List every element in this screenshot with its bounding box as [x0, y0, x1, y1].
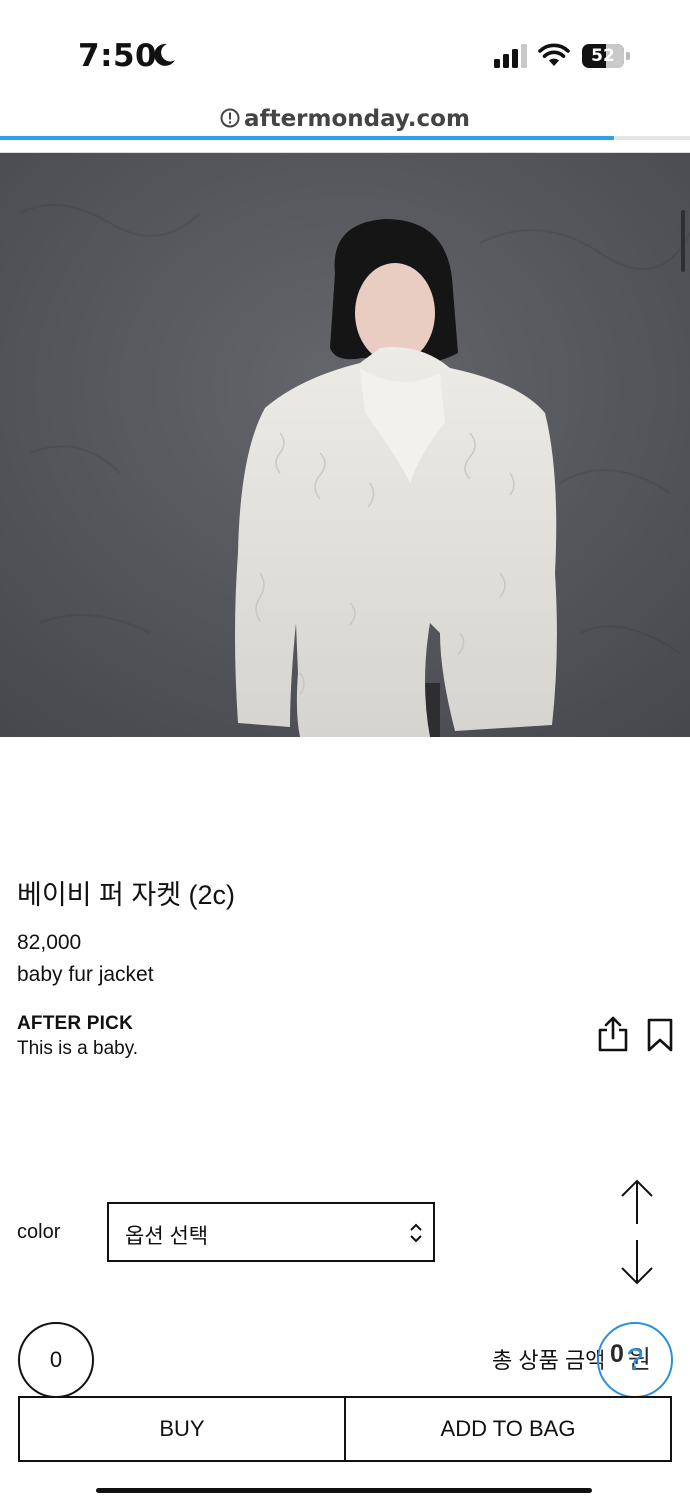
page-scrollbar[interactable] [681, 210, 685, 272]
product-english-name: baby fur jacket [17, 963, 154, 986]
battery-indicator: 52 [582, 44, 630, 68]
after-pick-text: This is a baby. [17, 1038, 139, 1059]
option-selected-value[interactable]: 옵션 선택 [125, 1220, 208, 1250]
help-chat-button[interactable]: ? [597, 1322, 673, 1398]
status-bar: 7:50 52 [0, 0, 690, 100]
quantity-display[interactable]: 0 [18, 1322, 94, 1398]
url-display[interactable]: aftermonday.com [0, 106, 690, 132]
product-photo [0, 153, 690, 737]
share-icon[interactable] [597, 1016, 629, 1052]
battery-level: 52 [591, 46, 615, 66]
total-price-label: 총 상품 금액 [492, 1348, 606, 1373]
page-load-progress [0, 136, 690, 140]
option-label: color [17, 1221, 61, 1243]
battery-cap [626, 52, 630, 60]
buy-button[interactable]: BUY [18, 1396, 346, 1462]
cellular-signal-icon [494, 44, 527, 68]
arrow-down-icon[interactable] [618, 1238, 656, 1286]
product-image[interactable] [0, 153, 690, 737]
status-time: 7:50 [78, 38, 158, 74]
home-indicator[interactable] [96, 1488, 592, 1493]
url-text[interactable]: aftermonday.com [244, 106, 470, 132]
product-title: 베이비 퍼 자켓 (2c) [17, 880, 236, 910]
product-price: 82,000 [17, 931, 82, 954]
select-chevrons-icon [410, 1223, 422, 1243]
page-load-progress-fill [0, 136, 615, 140]
after-pick-heading: AFTER PICK [17, 1013, 133, 1034]
battery-icon: 52 [582, 44, 624, 68]
address-bar[interactable]: aftermonday.com [0, 100, 690, 140]
add-to-bag-button[interactable]: ADD TO BAG [344, 1396, 672, 1462]
bookmark-icon[interactable] [647, 1018, 673, 1052]
arrow-up-icon[interactable] [618, 1178, 656, 1226]
info-icon[interactable] [220, 108, 240, 128]
moon-icon [154, 43, 175, 66]
wifi-icon [538, 43, 570, 66]
color-option-select[interactable]: 옵션 선택 [107, 1202, 435, 1262]
